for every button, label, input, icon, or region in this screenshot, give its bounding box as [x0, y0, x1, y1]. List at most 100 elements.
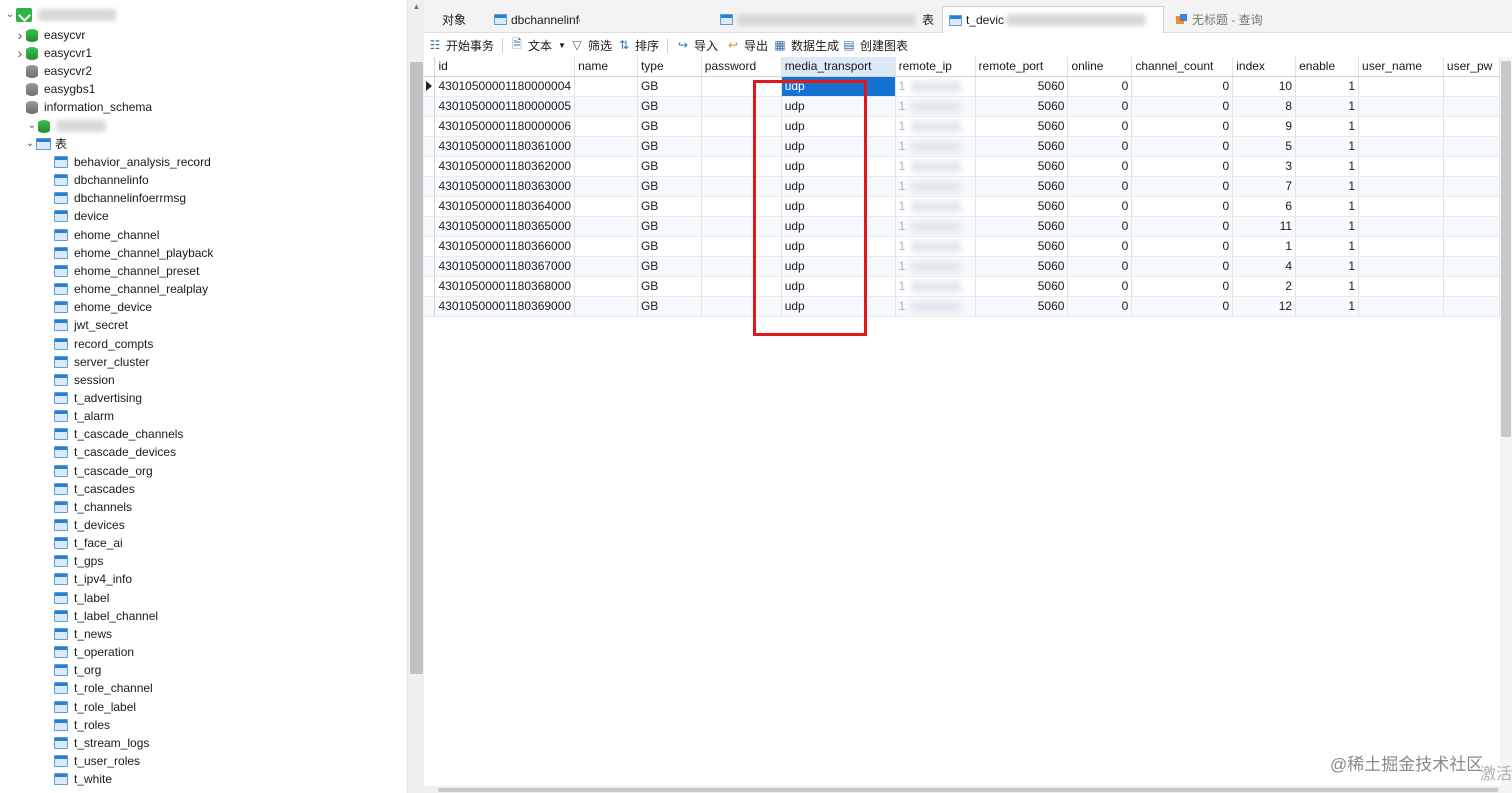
cell-media-transport[interactable]: udp — [781, 156, 896, 177]
sidebar-table-item[interactable]: behavior_analysis_record — [54, 153, 211, 171]
sidebar-table-item[interactable]: t_operation — [54, 643, 134, 661]
cell-index[interactable]: 4 — [1232, 256, 1297, 277]
sidebar-table-item[interactable]: t_user_roles — [54, 752, 140, 770]
cell-id[interactable]: 43010500001180363000 — [434, 176, 576, 197]
cell-id[interactable]: 43010500001180000004 — [434, 76, 576, 97]
cell-online[interactable]: 0 — [1067, 216, 1133, 237]
cell-password[interactable] — [701, 176, 782, 197]
cell-type[interactable]: GB — [637, 76, 702, 97]
cell-remote-ip[interactable]: 1 — [895, 116, 976, 137]
cell-type[interactable]: GB — [637, 136, 702, 157]
sidebar-table-item[interactable]: t_label_channel — [54, 607, 158, 625]
cell-type[interactable]: GB — [637, 296, 702, 317]
cell-name[interactable] — [574, 156, 638, 177]
column-header-password[interactable]: password — [701, 57, 782, 77]
column-header-remote-port[interactable]: remote_port — [975, 57, 1069, 77]
cell-name[interactable] — [574, 276, 638, 297]
cell-online[interactable]: 0 — [1067, 296, 1133, 317]
text-button[interactable]: 🗎 文本 ▼ — [510, 36, 566, 54]
cell-enable[interactable]: 1 — [1295, 256, 1360, 277]
cell-id[interactable]: 43010500001180000005 — [434, 96, 576, 117]
cell-channel-count[interactable]: 0 — [1131, 136, 1234, 157]
cell-type[interactable]: GB — [637, 176, 702, 197]
chevron-down-icon[interactable]: ⌄ — [4, 6, 16, 24]
cell-remote-port[interactable]: 5060 — [975, 276, 1069, 297]
cell-media-transport[interactable]: udp — [781, 96, 896, 117]
tree-connection[interactable]: ⌄ — [4, 6, 116, 24]
cell-enable[interactable]: 1 — [1295, 296, 1360, 317]
table-row[interactable]: 43010500001180000005 GB udp 1 5060 0 0 8 1 — [424, 96, 1500, 117]
sidebar-table-item[interactable]: ehome_channel_preset — [54, 262, 199, 280]
sidebar-table-item[interactable]: t_news — [54, 625, 112, 643]
cell-id[interactable]: 43010500001180362000 — [434, 156, 576, 177]
cell-media-transport[interactable]: udp — [781, 296, 896, 317]
cell-password[interactable] — [701, 136, 782, 157]
cell-user-name[interactable] — [1358, 216, 1444, 237]
table-row[interactable]: 43010500001180000004 GB udp 1 5060 0 0 10 1 — [424, 76, 1500, 97]
cell-index[interactable]: 12 — [1232, 296, 1297, 317]
row-selector[interactable] — [424, 236, 436, 257]
sidebar-table-item[interactable]: session — [54, 371, 115, 389]
cell-remote-ip[interactable]: 1 — [895, 96, 976, 117]
cell-enable[interactable]: 1 — [1295, 176, 1360, 197]
cell-id[interactable]: 43010500001180368000 — [434, 276, 576, 297]
sidebar-scroll-thumb[interactable] — [410, 62, 423, 674]
row-selector[interactable] — [424, 296, 436, 317]
cell-password[interactable] — [701, 276, 782, 297]
sidebar-table-item[interactable]: t_org — [54, 661, 101, 679]
cell-channel-count[interactable]: 0 — [1131, 96, 1234, 117]
cell-id[interactable]: 43010500001180364000 — [434, 196, 576, 217]
cell-user-pw[interactable] — [1443, 256, 1500, 277]
cell-user-pw[interactable] — [1443, 76, 1500, 97]
cell-enable[interactable]: 1 — [1295, 216, 1360, 237]
cell-media-transport[interactable]: udp — [781, 116, 896, 137]
cell-remote-ip[interactable]: 1 — [895, 196, 976, 217]
chevron-right-icon[interactable]: › — [14, 44, 26, 62]
cell-password[interactable] — [701, 256, 782, 277]
table-row[interactable]: 43010500001180364000 GB udp 1 5060 0 0 6 1 — [424, 196, 1500, 217]
sidebar-table-item[interactable]: t_role_channel — [54, 679, 153, 697]
cell-type[interactable]: GB — [637, 96, 702, 117]
sidebar-table-item[interactable]: ehome_device — [54, 298, 152, 316]
column-header-channel-count[interactable]: channel_count — [1131, 57, 1234, 77]
cell-enable[interactable]: 1 — [1295, 76, 1360, 97]
tree-database-easygbs1[interactable]: easygbs1 — [14, 80, 95, 98]
cell-media-transport[interactable]: udp — [781, 196, 896, 217]
tree-database-information_schema[interactable]: information_schema — [14, 98, 152, 116]
sidebar-table-item[interactable]: t_cascade_org — [54, 462, 153, 480]
cell-type[interactable]: GB — [637, 196, 702, 217]
cell-channel-count[interactable]: 0 — [1131, 256, 1234, 277]
cell-user-name[interactable] — [1358, 256, 1444, 277]
cell-type[interactable]: GB — [637, 216, 702, 237]
row-selector[interactable] — [424, 256, 436, 277]
row-selector[interactable] — [424, 96, 436, 117]
cell-channel-count[interactable]: 0 — [1131, 156, 1234, 177]
tab-untitled-query[interactable]: 无标题 - 查询 — [1169, 6, 1329, 33]
sidebar-table-item[interactable]: t_channels — [54, 498, 132, 516]
chevron-right-icon[interactable]: › — [14, 26, 26, 44]
sidebar-table-item[interactable]: t_gps — [54, 552, 103, 570]
cell-remote-ip[interactable]: 1 — [895, 76, 976, 97]
cell-password[interactable] — [701, 296, 782, 317]
cell-index[interactable]: 3 — [1232, 156, 1297, 177]
row-selector[interactable] — [424, 196, 436, 217]
cell-remote-port[interactable]: 5060 — [975, 236, 1069, 257]
cell-password[interactable] — [701, 116, 782, 137]
sidebar-table-item[interactable]: server_cluster — [54, 353, 149, 371]
cell-index[interactable]: 2 — [1232, 276, 1297, 297]
cell-media-transport[interactable]: udp — [781, 136, 896, 157]
cell-type[interactable]: GB — [637, 256, 702, 277]
cell-user-pw[interactable] — [1443, 276, 1500, 297]
cell-enable[interactable]: 1 — [1295, 156, 1360, 177]
cell-media-transport[interactable]: udp — [781, 176, 896, 197]
tree-database-easycvr2[interactable]: easycvr2 — [14, 62, 92, 80]
cell-password[interactable] — [701, 76, 782, 97]
cell-name[interactable] — [574, 216, 638, 237]
cell-user-name[interactable] — [1358, 116, 1444, 137]
cell-enable[interactable]: 1 — [1295, 96, 1360, 117]
cell-enable[interactable]: 1 — [1295, 136, 1360, 157]
grid-horizontal-scrollbar[interactable] — [424, 786, 1500, 793]
cell-enable[interactable]: 1 — [1295, 236, 1360, 257]
table-row[interactable]: 43010500001180367000 GB udp 1 5060 0 0 4 1 — [424, 256, 1500, 277]
sidebar-table-item[interactable]: t_roles — [54, 716, 110, 734]
